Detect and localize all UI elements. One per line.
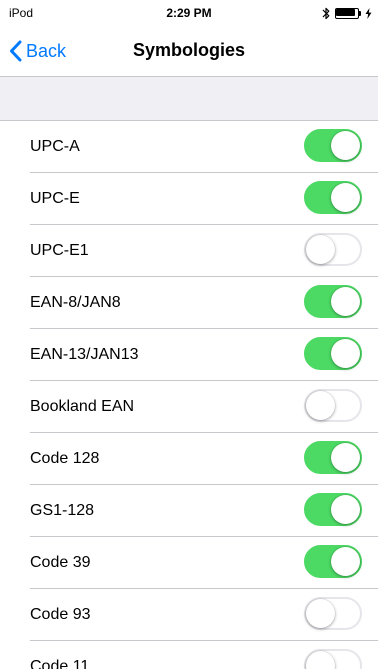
symbology-list: UPC-A UPC-E UPC-E1 EAN-8/JAN8 EAN-13/JAN13 Bo… xyxy=(0,121,378,669)
toggle-knob xyxy=(331,287,360,316)
list-item: Code 93 xyxy=(0,589,378,641)
toggle-knob xyxy=(331,495,360,524)
toggle-knob xyxy=(306,651,335,669)
symbology-toggle[interactable] xyxy=(304,441,362,474)
symbology-label: Bookland EAN xyxy=(30,398,135,415)
symbology-label: Code 39 xyxy=(30,554,91,571)
toggle-knob xyxy=(331,131,360,160)
page-title: Symbologies xyxy=(132,40,246,60)
symbology-toggle[interactable] xyxy=(304,545,362,578)
symbology-label: EAN-13/JAN13 xyxy=(30,346,139,363)
list-item: Code 128 xyxy=(0,433,378,485)
toggle-knob xyxy=(331,183,360,212)
symbology-toggle[interactable] xyxy=(304,233,362,266)
toggle-knob xyxy=(331,443,360,472)
symbology-toggle[interactable] xyxy=(304,129,362,162)
list-item: Bookland EAN xyxy=(0,381,378,433)
list-item: EAN-8/JAN8 xyxy=(0,277,378,329)
list-item: UPC-E1 xyxy=(0,225,378,277)
toggle-knob xyxy=(306,235,335,264)
battery-icon xyxy=(335,7,361,19)
bluetooth-icon xyxy=(322,7,330,19)
status-bar: iPod 2:29 PM xyxy=(0,0,378,26)
symbology-toggle[interactable] xyxy=(304,285,362,318)
symbology-toggle[interactable] xyxy=(304,389,362,422)
symbology-toggle[interactable] xyxy=(304,597,362,630)
list-item: UPC-E xyxy=(0,173,378,225)
symbology-label: EAN-8/JAN8 xyxy=(30,294,121,311)
list-item: Code 11 xyxy=(0,641,378,669)
symbology-label: UPC-A xyxy=(30,138,80,155)
symbology-label: Code 93 xyxy=(30,606,91,623)
symbology-label: Code 11 xyxy=(30,658,90,669)
symbology-label: Code 128 xyxy=(30,450,100,467)
toggle-knob xyxy=(331,547,360,576)
list-item: UPC-A xyxy=(0,121,378,173)
status-indicators xyxy=(321,6,372,20)
symbology-label: UPC-E1 xyxy=(30,242,89,259)
symbology-label: UPC-E xyxy=(30,190,80,207)
toggle-knob xyxy=(306,391,335,420)
symbology-label: GS1-128 xyxy=(30,502,95,519)
list-item: Code 39 xyxy=(0,537,378,589)
list-item: EAN-13/JAN13 xyxy=(0,329,378,381)
symbology-toggle[interactable] xyxy=(304,181,362,214)
charging-bolt-icon xyxy=(365,7,372,19)
section-header xyxy=(0,77,378,121)
toggle-knob xyxy=(306,599,335,628)
list-item: GS1-128 xyxy=(0,485,378,537)
navigation-bar: Back Symbologies xyxy=(0,26,378,77)
symbologies-screen: iPod 2:29 PM Back Symbologies UPC-AUPC- xyxy=(0,0,378,669)
symbology-toggle[interactable] xyxy=(304,493,362,526)
toggle-knob xyxy=(331,339,360,368)
symbology-toggle[interactable] xyxy=(304,649,362,669)
symbology-toggle[interactable] xyxy=(304,337,362,370)
